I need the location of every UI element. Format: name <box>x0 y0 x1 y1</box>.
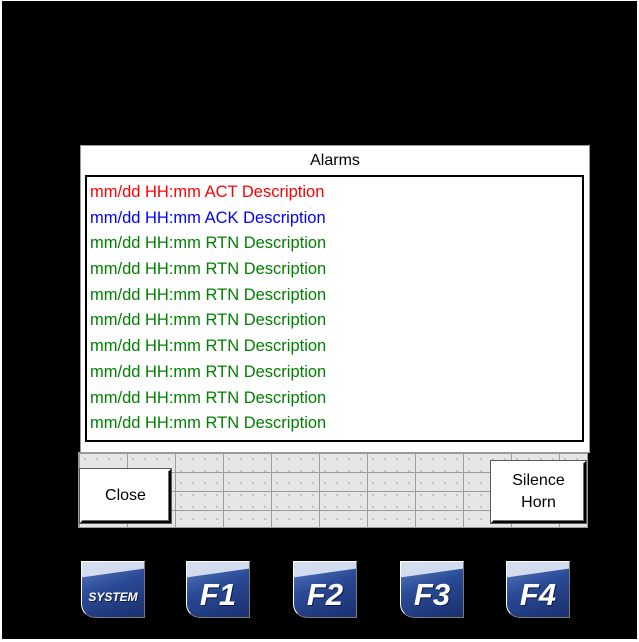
close-button[interactable]: Close <box>80 469 171 523</box>
alarm-row-returned[interactable]: mm/dd HH:mm RTN Description <box>90 386 582 412</box>
alarm-row-returned[interactable]: mm/dd HH:mm RTN Description <box>90 411 582 437</box>
alarm-row-active[interactable]: mm/dd HH:mm ACT Description <box>90 180 582 206</box>
close-button-label: Close <box>105 487 146 504</box>
alarm-row-returned[interactable]: mm/dd HH:mm RTN Description <box>90 308 582 334</box>
f4-key[interactable]: F4 <box>503 558 573 621</box>
alarm-row-returned[interactable]: mm/dd HH:mm RTN Description <box>90 257 582 283</box>
f4-key-label: F4 <box>519 576 557 612</box>
f3-key[interactable]: F3 <box>397 558 467 621</box>
system-key[interactable]: SYSTEM <box>78 558 148 621</box>
system-key-face: SYSTEM <box>81 561 145 618</box>
silence-horn-button[interactable]: Silence Horn <box>491 461 586 523</box>
f1-key-label: F1 <box>199 576 237 612</box>
silence-horn-label-line1: Silence <box>512 472 565 489</box>
alarm-row-acknowledged[interactable]: mm/dd HH:mm ACK Description <box>90 206 582 232</box>
hmi-screen: Alarms mm/dd HH:mm ACT Description mm/dd… <box>2 1 637 639</box>
f3-key-face: F3 <box>400 561 464 618</box>
f4-key-face: F4 <box>506 561 570 618</box>
f1-key-face: F1 <box>186 561 250 618</box>
system-key-label: SYSTEM <box>88 589 138 604</box>
alarm-row-returned[interactable]: mm/dd HH:mm RTN Description <box>90 283 582 309</box>
alarm-row-returned[interactable]: mm/dd HH:mm RTN Description <box>90 231 582 257</box>
f2-key[interactable]: F2 <box>290 558 360 621</box>
silence-horn-label-line2: Horn <box>521 494 556 511</box>
f2-key-face: F2 <box>293 561 357 618</box>
alarm-row-returned[interactable]: mm/dd HH:mm RTN Description <box>90 334 582 360</box>
alarm-dialog-title: Alarms <box>310 152 360 169</box>
alarm-row-returned[interactable]: mm/dd HH:mm RTN Description <box>90 360 582 386</box>
f2-key-label: F2 <box>306 576 344 612</box>
alarm-list[interactable]: mm/dd HH:mm ACT Description mm/dd HH:mm … <box>85 175 584 442</box>
f3-key-label: F3 <box>413 576 451 612</box>
alarm-dialog: Alarms mm/dd HH:mm ACT Description mm/dd… <box>80 145 590 453</box>
f1-key[interactable]: F1 <box>183 558 253 621</box>
